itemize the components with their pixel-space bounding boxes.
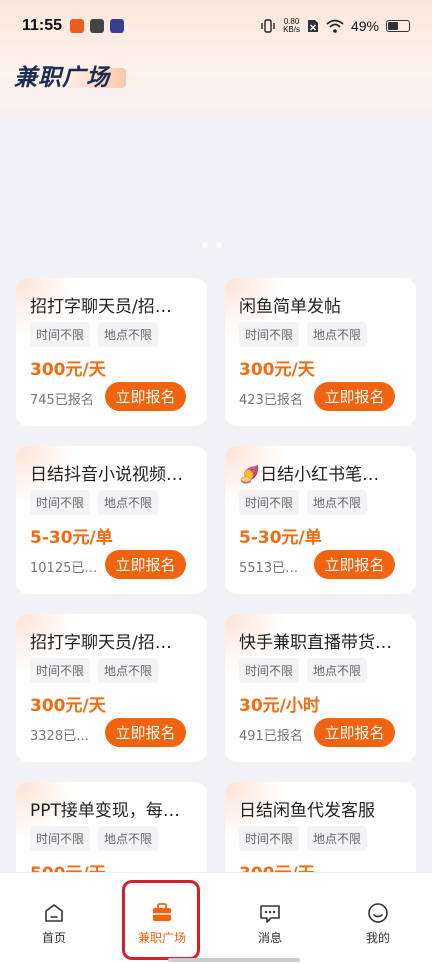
job-price: 300元/天 [30,696,106,716]
job-tags: 时间不限 地点不限 [30,490,159,515]
job-title: 快手兼职直播带货… [239,633,392,653]
job-card[interactable]: 日结抖音小说视频… 时间不限 地点不限 5-30元/单 10125已… 立即报名 [16,446,207,594]
job-tag-time: 时间不限 [239,322,300,347]
job-tag-location: 地点不限 [307,826,368,851]
job-grid: 招打字聊天员/招… 时间不限 地点不限 300元/天 745已报名 立即报名 闲… [0,0,432,964]
job-signup-count: 3328已… [30,729,90,744]
job-card[interactable]: 招打字聊天员/招… 时间不限 地点不限 300元/天 745已报名 立即报名 [16,278,207,426]
job-tag-location: 地点不限 [98,322,159,347]
job-price: 30元/小时 [239,696,320,716]
job-title: 闲鱼简单发帖 [239,297,341,317]
job-card[interactable]: 快手兼职直播带货… 时间不限 地点不限 30元/小时 491已报名 立即报名 [225,614,416,762]
tab-home[interactable]: 首页 [0,873,108,964]
job-tag-location: 地点不限 [98,658,159,683]
job-title: 🍠日结小红书笔… [239,465,380,485]
job-signup-count: 5513已… [239,561,299,576]
job-price: 300元/天 [30,360,106,380]
job-title: 日结抖音小说视频… [30,465,183,485]
job-tag-time: 时间不限 [239,658,300,683]
job-tag-time: 时间不限 [30,826,91,851]
job-tags: 时间不限 地点不限 [239,658,368,683]
home-indicator[interactable] [168,958,300,962]
job-title: 招打字聊天员/招… [30,297,172,317]
home-icon [45,904,63,922]
job-title: 日结闲鱼代发客服 [239,801,375,821]
apply-button[interactable]: 立即报名 [314,550,395,579]
job-tags: 时间不限 地点不限 [239,826,368,851]
job-tag-location: 地点不限 [307,322,368,347]
job-tags: 时间不限 地点不限 [239,322,368,347]
tab-label: 我的 [365,931,390,945]
job-tag-location: 地点不限 [307,658,368,683]
job-signup-count: 745已报名 [30,393,94,408]
job-card[interactable]: 🍠日结小红书笔… 时间不限 地点不限 5-30元/单 5513已… 立即报名 [225,446,416,594]
apply-button[interactable]: 立即报名 [105,718,186,747]
tab-messages[interactable]: 消息 [216,873,324,964]
job-tag-time: 时间不限 [239,490,300,515]
tab-label: 首页 [41,931,66,945]
job-tags: 时间不限 地点不限 [30,658,159,683]
job-tag-time: 时间不限 [239,826,300,851]
selection-highlight [122,880,200,960]
job-tag-location: 地点不限 [98,490,159,515]
apply-button[interactable]: 立即报名 [314,718,395,747]
apply-button[interactable]: 立即报名 [105,550,186,579]
job-card[interactable]: 招打字聊天员/招… 时间不限 地点不限 300元/天 3328已… 立即报名 [16,614,207,762]
bottom-tab-bar: 首页 兼职广场 消息 我的 [0,872,432,964]
job-tag-time: 时间不限 [30,322,91,347]
job-price: 300元/天 [239,360,315,380]
job-tag-time: 时间不限 [30,658,91,683]
job-signup-count: 491已报名 [239,729,303,744]
apply-button[interactable]: 立即报名 [105,382,186,411]
job-tags: 时间不限 地点不限 [30,322,159,347]
job-price: 5-30元/单 [30,528,113,548]
tab-label: 消息 [257,931,282,945]
job-card[interactable]: 闲鱼简单发帖 时间不限 地点不限 300元/天 423已报名 立即报名 [225,278,416,426]
profile-icon [368,903,388,923]
job-tag-location: 地点不限 [98,826,159,851]
job-tag-time: 时间不限 [30,490,91,515]
message-icon [260,905,280,923]
job-signup-count: 423已报名 [239,393,303,408]
job-tags: 时间不限 地点不限 [30,826,159,851]
job-tag-location: 地点不限 [307,490,368,515]
job-title: PPT接单变现，每… [30,801,180,821]
job-signup-count: 10125已… [30,561,98,576]
tab-profile[interactable]: 我的 [324,873,432,964]
job-price: 5-30元/单 [239,528,322,548]
apply-button[interactable]: 立即报名 [314,382,395,411]
job-title: 招打字聊天员/招… [30,633,172,653]
job-tags: 时间不限 地点不限 [239,490,368,515]
